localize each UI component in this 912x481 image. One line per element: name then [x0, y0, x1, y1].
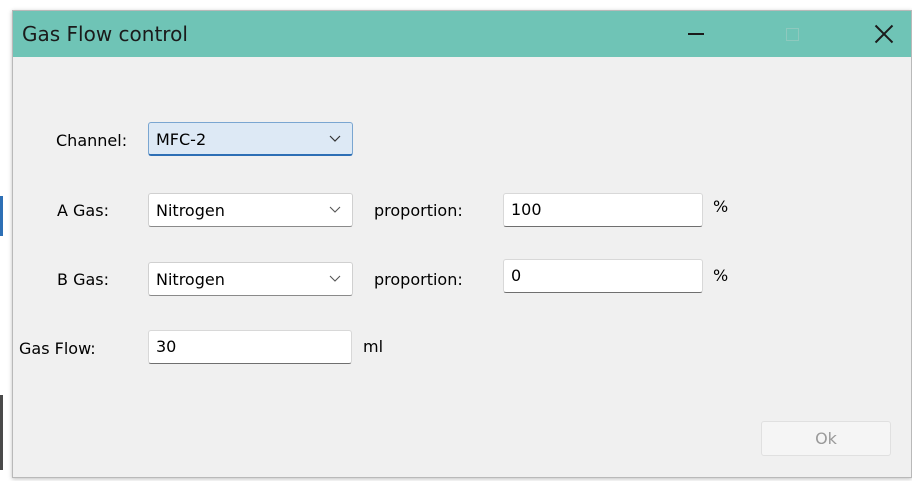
maximize-button[interactable]: [769, 11, 815, 57]
a-gas-label: A Gas:: [57, 201, 109, 220]
gas-flow-value: 30: [156, 337, 177, 356]
maximize-icon: [785, 27, 799, 41]
b-gas-percent-unit: %: [713, 266, 729, 285]
title-bar[interactable]: Gas Flow control: [13, 11, 911, 57]
a-gas-proportion-label: proportion:: [374, 201, 463, 220]
window-title: Gas Flow control: [22, 22, 188, 46]
a-gas-dropdown[interactable]: Nitrogen: [148, 193, 353, 227]
gas-flow-unit: ml: [363, 337, 384, 356]
channel-value: MFC-2: [156, 130, 207, 149]
b-gas-proportion-label: proportion:: [374, 270, 463, 289]
b-gas-label: B Gas:: [57, 270, 109, 289]
b-gas-proportion-input[interactable]: 0: [503, 259, 703, 293]
a-gas-proportion-input[interactable]: 100: [503, 193, 703, 227]
a-gas-proportion-value: 100: [511, 200, 542, 219]
background-window-edge: [0, 395, 3, 470]
gas-flow-dialog: Gas Flow control Channel: MFC-2 A Gas: N…: [12, 10, 912, 478]
ok-button[interactable]: Ok: [761, 421, 891, 456]
minimize-icon: [688, 33, 704, 35]
close-icon: [874, 24, 894, 44]
background-window-edge: [0, 196, 3, 236]
close-button[interactable]: [861, 11, 907, 57]
chevron-down-icon: [329, 275, 341, 282]
gas-flow-label: Gas Flow:: [19, 339, 96, 358]
gas-flow-input[interactable]: 30: [148, 330, 352, 364]
b-gas-dropdown[interactable]: Nitrogen: [148, 262, 353, 296]
chevron-down-icon: [329, 206, 341, 213]
chevron-down-icon: [329, 135, 341, 142]
channel-dropdown[interactable]: MFC-2: [148, 122, 353, 156]
b-gas-proportion-value: 0: [511, 266, 522, 285]
channel-label: Channel:: [56, 131, 128, 150]
minimize-button[interactable]: [673, 11, 719, 57]
b-gas-value: Nitrogen: [156, 270, 225, 289]
a-gas-percent-unit: %: [713, 197, 729, 216]
a-gas-value: Nitrogen: [156, 201, 225, 220]
